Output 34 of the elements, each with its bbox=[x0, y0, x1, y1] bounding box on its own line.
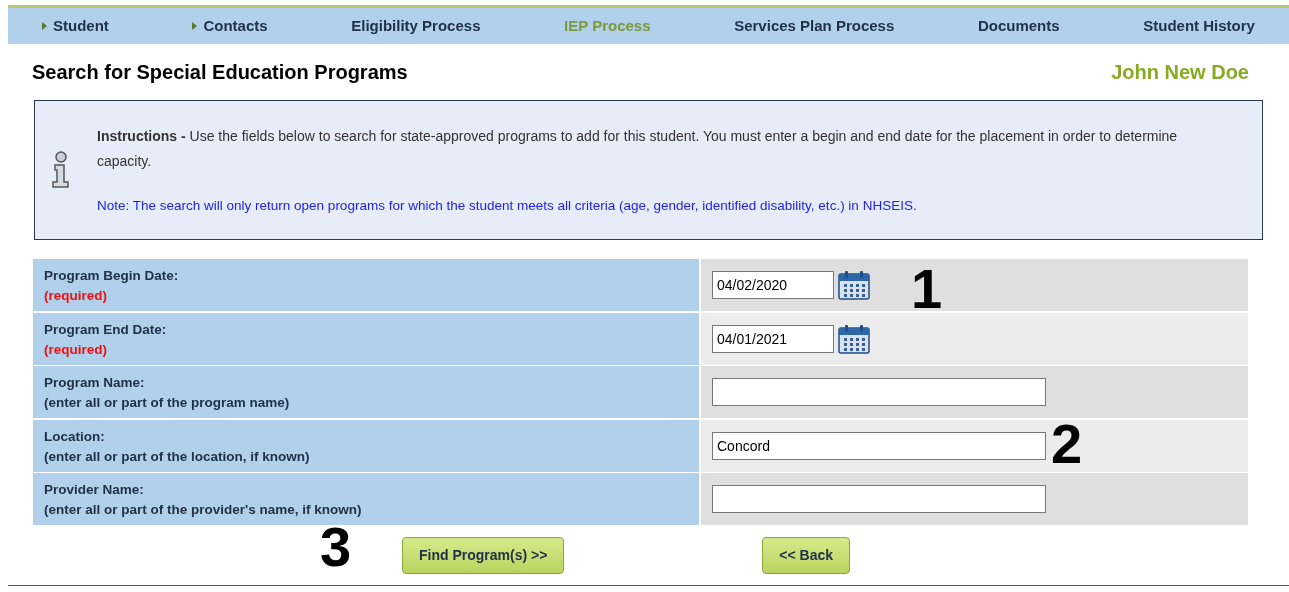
nav-tab[interactable]: Student History bbox=[1143, 14, 1255, 38]
date-field[interactable]: 04/01/2021 bbox=[712, 324, 834, 353]
text-field[interactable]: Concord bbox=[712, 431, 1046, 460]
student-name: John New Doe bbox=[1111, 60, 1249, 85]
field-hint: (required) bbox=[44, 287, 108, 306]
field-hint: (required) bbox=[44, 340, 108, 359]
field-hint: (enter all or part of the location, if known) bbox=[44, 447, 311, 466]
arrow-icon bbox=[192, 22, 198, 30]
nav-tab[interactable]: Contacts bbox=[192, 14, 268, 38]
field-hint: (enter all or part of the provider's name, if known) bbox=[44, 501, 363, 520]
text-field[interactable] bbox=[712, 485, 1046, 513]
annotation-number: 2 bbox=[1051, 415, 1083, 472]
arrow-icon bbox=[42, 22, 47, 30]
nav-tab[interactable]: Documents bbox=[977, 14, 1060, 38]
nav-tab[interactable]: Eligibility Process bbox=[351, 14, 481, 38]
page-title: Search for Special Education Programs bbox=[32, 60, 408, 85]
calendar-icon[interactable] bbox=[838, 323, 870, 354]
field-label: Program Name: bbox=[44, 374, 146, 392]
search-note: Note: The search will only return open programs for which the student meets all criteria (age, gender, identified disability, etc.) in NHSEIS. bbox=[97, 196, 918, 215]
calendar-icon[interactable] bbox=[838, 270, 870, 300]
back-button[interactable]: << Back bbox=[762, 536, 851, 574]
find-programs-button[interactable]: Find Program(s) >> bbox=[402, 536, 565, 574]
nav-tab[interactable]: Services Plan Process bbox=[734, 14, 895, 38]
annotation-number: 3 bbox=[320, 519, 352, 575]
instructions-text: Instructions - Use the fields below to search for state-approved programs to add for this student. You must enter a begin and end date for the placement in order to determine capacity. bbox=[97, 126, 1179, 171]
nav-tab[interactable]: Student bbox=[42, 14, 109, 38]
annotation-number: 1 bbox=[911, 261, 943, 317]
field-hint: (enter all or part of the program name) bbox=[44, 394, 291, 413]
field-label: Provider Name: bbox=[44, 481, 145, 499]
date-field[interactable]: 04/02/2020 bbox=[712, 271, 834, 299]
field-label: Program End Date: bbox=[44, 320, 168, 339]
field-label: Location: bbox=[44, 427, 106, 446]
text-field[interactable] bbox=[712, 378, 1046, 406]
field-label: Program Begin Date: bbox=[44, 267, 180, 285]
